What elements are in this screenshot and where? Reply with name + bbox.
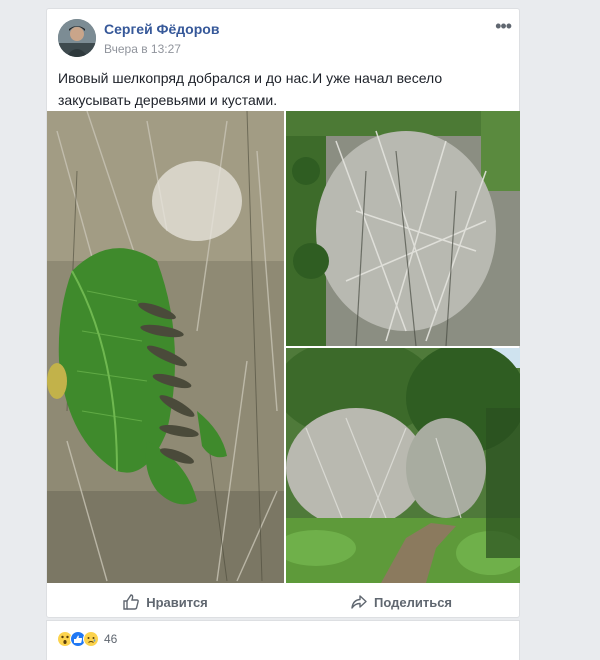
share-button[interactable]: Поделиться [283,585,519,619]
caterpillars-on-leaf-photo[interactable] [47,111,284,583]
thumbs-up-icon [123,594,140,610]
post-card: Сергей Фёдоров Вчера в 13:27 ••• Ивовый … [46,8,520,618]
like-label: Нравится [146,594,208,610]
author-name[interactable]: Сергей Фёдоров [104,21,219,37]
sad-reaction-icon [83,631,99,647]
post-text: Ивовый шелкопряд добрался и до нас.И уже… [58,70,443,108]
more-options-icon[interactable]: ••• [495,17,512,35]
author-avatar[interactable] [58,19,96,57]
reaction-count: 46 [104,632,118,646]
forest-path-photo[interactable] [286,348,520,583]
reactions-summary[interactable]: 46 [57,631,117,647]
share-arrow-icon [351,595,367,609]
post-timestamp[interactable]: Вчера в 13:27 [104,42,181,56]
reactions-bar: 46 [46,620,520,660]
webbed-trees-photo[interactable] [286,111,520,346]
like-button[interactable]: Нравится [47,585,283,619]
share-label: Поделиться [373,594,453,610]
post-actions-bar: Нравится Поделиться [47,585,519,619]
